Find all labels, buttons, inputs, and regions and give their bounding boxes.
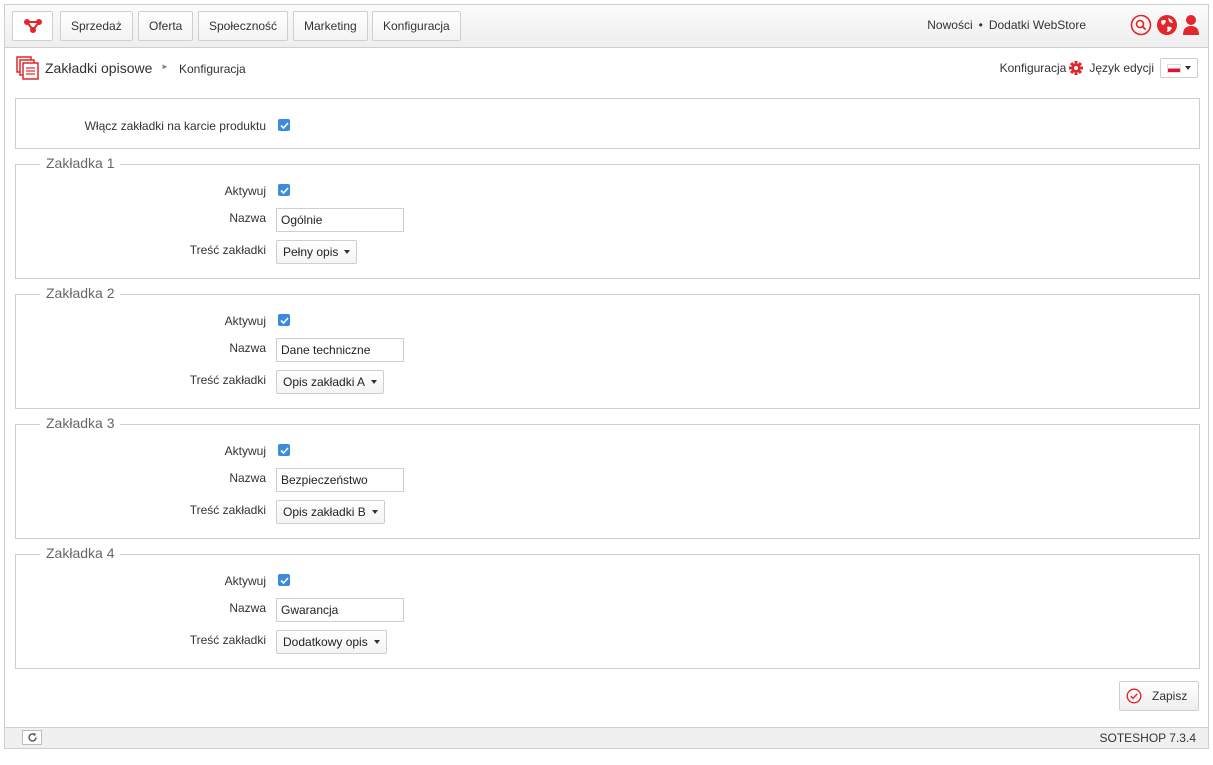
chevron-down-icon xyxy=(1185,66,1191,70)
tab-4-content-select[interactable]: Dodatkowy opis xyxy=(276,630,387,654)
breadcrumb-arrow-icon: ► xyxy=(161,62,169,71)
tab-2-active-label: Aktywuj xyxy=(224,314,266,328)
tab-1-content-label: Treść zakładki xyxy=(189,243,266,257)
tab-2-active-checkbox[interactable] xyxy=(278,314,290,326)
top-icons xyxy=(1130,14,1200,36)
page-title[interactable]: Zakładki opisowe xyxy=(45,60,152,76)
logo-icon xyxy=(23,19,42,33)
tab-3-fieldset: Zakładka 3 Aktywuj Nazwa Treść zakładki … xyxy=(15,415,1200,539)
nav-community[interactable]: Społeczność xyxy=(198,11,289,41)
tabs-module-icon xyxy=(16,56,39,80)
tab-4-name-label: Nazwa xyxy=(229,601,266,615)
news-link[interactable]: Nowości xyxy=(927,18,972,32)
edit-language-select[interactable] xyxy=(1160,58,1198,78)
refresh-button[interactable] xyxy=(22,730,42,745)
top-links: Nowości • Dodatki WebStore xyxy=(927,18,1086,32)
general-settings-panel: Włącz zakładki na karcie produktu xyxy=(15,98,1200,149)
tab-4-active-label: Aktywuj xyxy=(224,574,266,588)
tab-1-name-label: Nazwa xyxy=(229,211,266,225)
tab-2-fieldset: Zakładka 2 Aktywuj Nazwa Treść zakładki … xyxy=(15,285,1200,409)
globe-icon[interactable] xyxy=(1156,14,1178,36)
save-button[interactable]: Zapisz xyxy=(1119,681,1199,711)
tab-2-content-label: Treść zakładki xyxy=(189,373,266,387)
refresh-icon xyxy=(27,732,37,742)
tab-3-name-label: Nazwa xyxy=(229,471,266,485)
tab-2-content-value: Opis zakładki A xyxy=(283,375,366,389)
nav-sales[interactable]: Sprzedaż xyxy=(60,11,133,41)
version-label: SOTESHOP 7.3.4 xyxy=(1099,731,1197,745)
tab-2-name-label: Nazwa xyxy=(229,341,266,355)
tab-3-legend: Zakładka 3 xyxy=(40,415,121,431)
tab-2-name-input[interactable] xyxy=(276,338,404,362)
webstore-addons-link[interactable]: Dodatki WebStore xyxy=(989,18,1086,32)
nav-configuration[interactable]: Konfiguracja xyxy=(372,11,461,41)
tab-3-name-input[interactable] xyxy=(276,468,404,492)
tab-4-content-label: Treść zakładki xyxy=(189,633,266,647)
chevron-down-icon xyxy=(371,510,378,514)
tab-4-active-checkbox[interactable] xyxy=(278,574,290,586)
edit-language-label: Język edycji xyxy=(1089,61,1154,75)
breadcrumb: Zakładki opisowe ► Konfiguracja Konfigur… xyxy=(5,48,1208,88)
check-circle-icon xyxy=(1126,688,1142,704)
user-icon[interactable] xyxy=(1182,14,1200,36)
link-separator: • xyxy=(978,18,983,32)
chevron-down-icon xyxy=(373,640,380,644)
status-bar: SOTESHOP 7.3.4 xyxy=(5,727,1208,748)
enable-tabs-label: Włącz zakładki na karcie produktu xyxy=(84,119,266,133)
tab-3-content-label: Treść zakładki xyxy=(189,503,266,517)
tab-1-name-input[interactable] xyxy=(276,208,404,232)
tab-4-content-value: Dodatkowy opis xyxy=(283,635,368,649)
tab-3-active-checkbox[interactable] xyxy=(278,444,290,456)
search-icon[interactable] xyxy=(1130,14,1152,36)
app-window: Sprzedaż Oferta Społeczność Marketing Ko… xyxy=(4,4,1209,749)
tab-2-legend: Zakładka 2 xyxy=(40,285,121,301)
tab-3-content-select[interactable]: Opis zakładki B xyxy=(276,500,385,524)
tab-4-name-input[interactable] xyxy=(276,598,404,622)
tab-3-active-label: Aktywuj xyxy=(224,444,266,458)
nav-offer[interactable]: Oferta xyxy=(138,11,194,41)
tab-1-content-value: Pełny opis xyxy=(283,245,339,259)
tab-1-fieldset: Zakładka 1 Aktywuj Nazwa Treść zakładki … xyxy=(15,155,1200,279)
tab-1-active-label: Aktywuj xyxy=(224,184,266,198)
tab-4-legend: Zakładka 4 xyxy=(40,545,121,561)
tab-4-fieldset: Zakładka 4 Aktywuj Nazwa Treść zakładki … xyxy=(15,545,1200,669)
tab-3-content-value: Opis zakładki B xyxy=(283,505,366,519)
configuration-link[interactable]: Konfiguracja xyxy=(1000,61,1067,75)
tab-1-legend: Zakładka 1 xyxy=(40,155,121,171)
chevron-down-icon xyxy=(371,380,378,384)
home-logo-button[interactable] xyxy=(12,11,53,41)
save-label: Zapisz xyxy=(1152,689,1188,703)
enable-tabs-checkbox[interactable] xyxy=(278,119,290,131)
breadcrumb-current: Konfiguracja xyxy=(179,62,246,76)
gear-icon[interactable] xyxy=(1069,61,1084,75)
top-navigation: Sprzedaż Oferta Społeczność Marketing Ko… xyxy=(5,5,1208,48)
nav-marketing[interactable]: Marketing xyxy=(293,11,368,41)
tab-1-active-checkbox[interactable] xyxy=(278,184,290,196)
tab-1-content-select[interactable]: Pełny opis xyxy=(276,240,358,264)
tab-2-content-select[interactable]: Opis zakładki A xyxy=(276,370,385,394)
poland-flag-icon xyxy=(1167,63,1181,73)
chevron-down-icon xyxy=(344,250,351,254)
page-actions: Konfiguracja Język edycji xyxy=(1000,58,1198,78)
